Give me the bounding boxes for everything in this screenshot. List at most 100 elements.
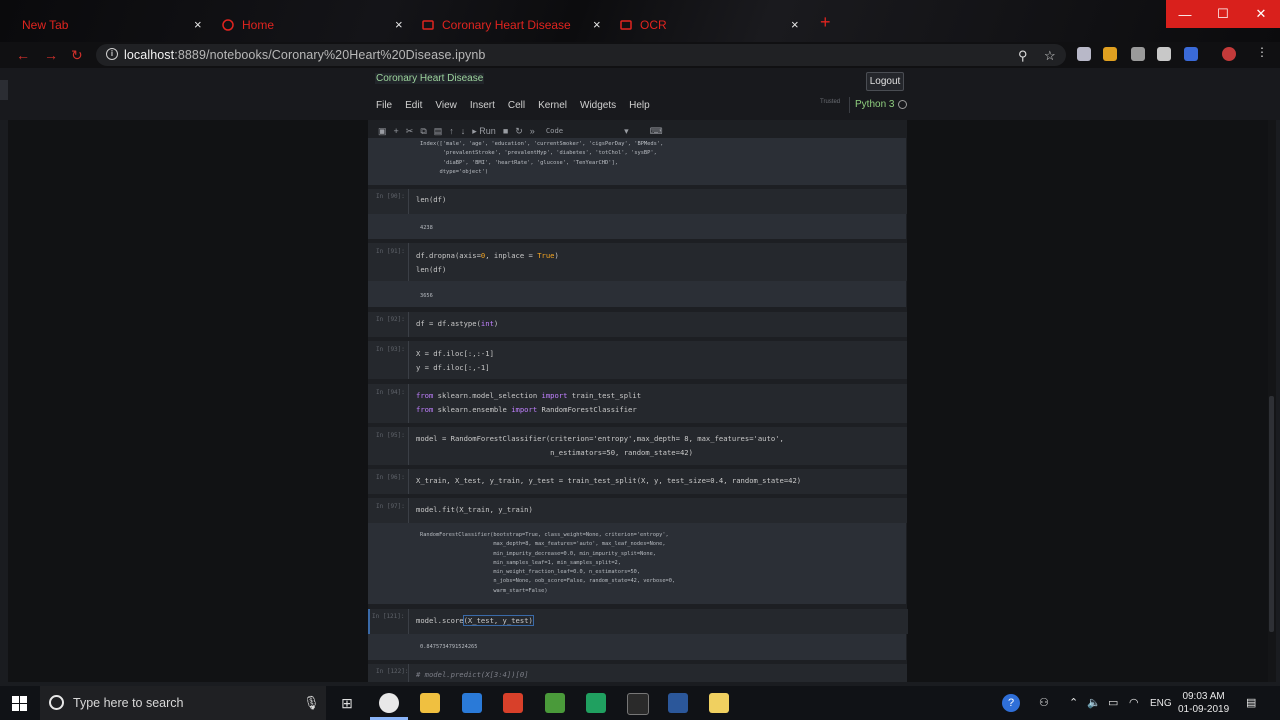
minimize-button[interactable]: — bbox=[1166, 0, 1204, 28]
tab-new-tab[interactable]: New Tab × bbox=[6, 10, 206, 40]
people-icon[interactable]: ⚇ bbox=[1039, 696, 1049, 709]
menu-cell[interactable]: Cell bbox=[508, 100, 525, 111]
tab-label: Home bbox=[242, 18, 275, 32]
microphone-icon[interactable]: 🎙 bbox=[303, 695, 320, 711]
tab-home[interactable]: Home × bbox=[222, 10, 407, 40]
menu-insert[interactable]: Insert bbox=[470, 100, 495, 111]
restart-run-icon[interactable]: » bbox=[530, 126, 535, 136]
menu-view[interactable]: View bbox=[435, 100, 457, 111]
game-icon[interactable] bbox=[545, 693, 565, 713]
reload-icon[interactable]: ↻ bbox=[71, 47, 83, 64]
code-input[interactable]: X = df.iloc[:,:-1] y = df.iloc[:,-1] bbox=[408, 341, 907, 379]
tab-ocr[interactable]: OCR × bbox=[620, 10, 805, 40]
code-input[interactable]: model.score(X_test, y_test) bbox=[408, 609, 907, 634]
code-token: import bbox=[511, 405, 538, 414]
office-icon[interactable] bbox=[503, 693, 523, 713]
code-token: from bbox=[416, 391, 434, 400]
menu-widgets[interactable]: Widgets bbox=[580, 100, 616, 111]
terminal-icon[interactable] bbox=[627, 693, 649, 715]
language-indicator[interactable]: ENG bbox=[1150, 698, 1172, 709]
code-input[interactable]: model = RandomForestClassifier(criterion… bbox=[408, 427, 907, 465]
kernel-idle-icon bbox=[898, 99, 908, 109]
camera-extension-icon[interactable] bbox=[1131, 47, 1145, 61]
trusted-badge[interactable]: Trusted bbox=[820, 99, 840, 105]
restart-icon[interactable]: ↻ bbox=[515, 126, 523, 137]
stop-icon[interactable]: ■ bbox=[503, 126, 508, 136]
chevron-up-icon[interactable]: ⌃ bbox=[1069, 696, 1078, 709]
code-input[interactable]: len(df) bbox=[408, 189, 907, 214]
close-icon[interactable]: × bbox=[791, 17, 799, 32]
menu-dots-icon[interactable]: ⋮ bbox=[1256, 45, 1268, 59]
maximize-button[interactable]: ☐ bbox=[1204, 0, 1242, 28]
info-icon[interactable]: i bbox=[106, 48, 118, 60]
close-icon[interactable]: × bbox=[593, 17, 601, 32]
chevron-down-icon[interactable]: ▾ bbox=[624, 126, 629, 137]
cut-icon[interactable]: ✂ bbox=[406, 126, 414, 137]
code-token: sklearn.ensemble bbox=[433, 405, 512, 414]
profile-avatar[interactable] bbox=[1222, 47, 1236, 61]
file-icon[interactable] bbox=[709, 693, 729, 713]
cortana-icon[interactable] bbox=[49, 695, 64, 710]
close-icon[interactable]: × bbox=[194, 17, 202, 32]
system-clock[interactable]: 09:03 AM 01-09-2019 bbox=[1178, 690, 1229, 716]
notifications-icon[interactable]: ▤ bbox=[1246, 696, 1256, 709]
task-view-icon[interactable]: ⊞ bbox=[337, 693, 357, 713]
close-window-button[interactable]: ✕ bbox=[1242, 0, 1280, 28]
output-text: RandomForestClassifier(bootstrap=True, c… bbox=[420, 532, 676, 594]
code-input[interactable]: df = df.astype(int) bbox=[408, 312, 907, 337]
url-bar[interactable]: i localhost:8889/notebooks/Coronary%20He… bbox=[96, 44, 1066, 66]
url-text[interactable]: localhost:8889/notebooks/Coronary%20Hear… bbox=[124, 48, 486, 62]
code-input[interactable]: df.dropna(axis=0, inplace = True) len(df… bbox=[408, 243, 907, 281]
pycharm-icon[interactable] bbox=[586, 693, 606, 713]
code-input[interactable]: from sklearn.model_selection import trai… bbox=[408, 384, 907, 423]
file-explorer-icon[interactable] bbox=[420, 693, 440, 713]
back-icon[interactable]: ← bbox=[16, 47, 30, 63]
key-extension-icon[interactable] bbox=[1103, 47, 1117, 61]
shield-extension-icon[interactable] bbox=[1077, 47, 1091, 61]
move-down-icon[interactable]: ↓ bbox=[461, 126, 466, 136]
zoom-icon[interactable]: ⚲ bbox=[1018, 48, 1028, 64]
insert-cell-icon[interactable]: + bbox=[394, 126, 399, 136]
chrome-icon[interactable] bbox=[379, 693, 399, 713]
tab-label: New Tab bbox=[22, 18, 69, 32]
code-input[interactable]: X_train, X_test, y_train, y_test = train… bbox=[408, 469, 907, 494]
code-line: n_estimators=50, random_state=42) bbox=[416, 448, 693, 457]
save-icon[interactable]: ▣ bbox=[378, 126, 387, 137]
paste-icon[interactable]: ▤ bbox=[434, 126, 443, 137]
output-area bbox=[368, 214, 906, 239]
code-token: , inplace = bbox=[485, 251, 538, 260]
new-tab-button[interactable]: + bbox=[820, 13, 831, 31]
scrollbar-thumb[interactable] bbox=[1269, 396, 1274, 632]
menu-kernel[interactable]: Kernel bbox=[538, 100, 567, 111]
code-input[interactable]: # model.predict(X[3:4])[0] bbox=[408, 664, 907, 682]
shield-extension-icon-2[interactable] bbox=[1157, 47, 1171, 61]
forward-icon[interactable]: → bbox=[44, 47, 58, 63]
help-icon[interactable]: ? bbox=[1002, 694, 1020, 712]
cell-type-select[interactable]: Code bbox=[546, 124, 563, 138]
close-icon[interactable]: × bbox=[395, 17, 403, 32]
star-icon[interactable]: ☆ bbox=[1044, 48, 1056, 64]
word-icon[interactable] bbox=[668, 693, 688, 713]
grammar-extension-icon[interactable] bbox=[1184, 47, 1198, 61]
volume-icon[interactable]: 🔈 bbox=[1087, 696, 1101, 709]
tab-coronary-heart-disease[interactable]: Coronary Heart Disease × bbox=[422, 10, 607, 40]
taskbar-search[interactable]: Type here to search 🎙 bbox=[40, 686, 326, 720]
copy-icon[interactable]: ⧉ bbox=[420, 126, 426, 137]
code-token: sklearn.model_selection bbox=[433, 391, 542, 400]
run-button[interactable]: ▸ Run bbox=[472, 126, 496, 137]
code-input[interactable]: model.fit(X_train, y_train) bbox=[408, 498, 907, 523]
move-up-icon[interactable]: ↑ bbox=[449, 126, 454, 136]
app-19-icon[interactable] bbox=[462, 693, 482, 713]
logout-button[interactable]: Logout bbox=[866, 72, 904, 91]
wifi-icon[interactable]: ◠ bbox=[1129, 696, 1139, 709]
menu-help[interactable]: Help bbox=[629, 100, 650, 111]
battery-icon[interactable]: ▭ bbox=[1108, 696, 1118, 709]
notebook-title[interactable]: Coronary Heart Disease bbox=[375, 73, 485, 84]
code-line: model.fit(X_train, y_train) bbox=[416, 505, 533, 514]
menu-file[interactable]: File bbox=[376, 100, 392, 111]
tab-label: OCR bbox=[640, 18, 667, 32]
keyboard-icon[interactable]: ⌨ bbox=[650, 126, 663, 137]
windows-start-icon[interactable] bbox=[12, 696, 27, 711]
scrollbar[interactable] bbox=[1268, 120, 1276, 682]
menu-edit[interactable]: Edit bbox=[405, 100, 422, 111]
